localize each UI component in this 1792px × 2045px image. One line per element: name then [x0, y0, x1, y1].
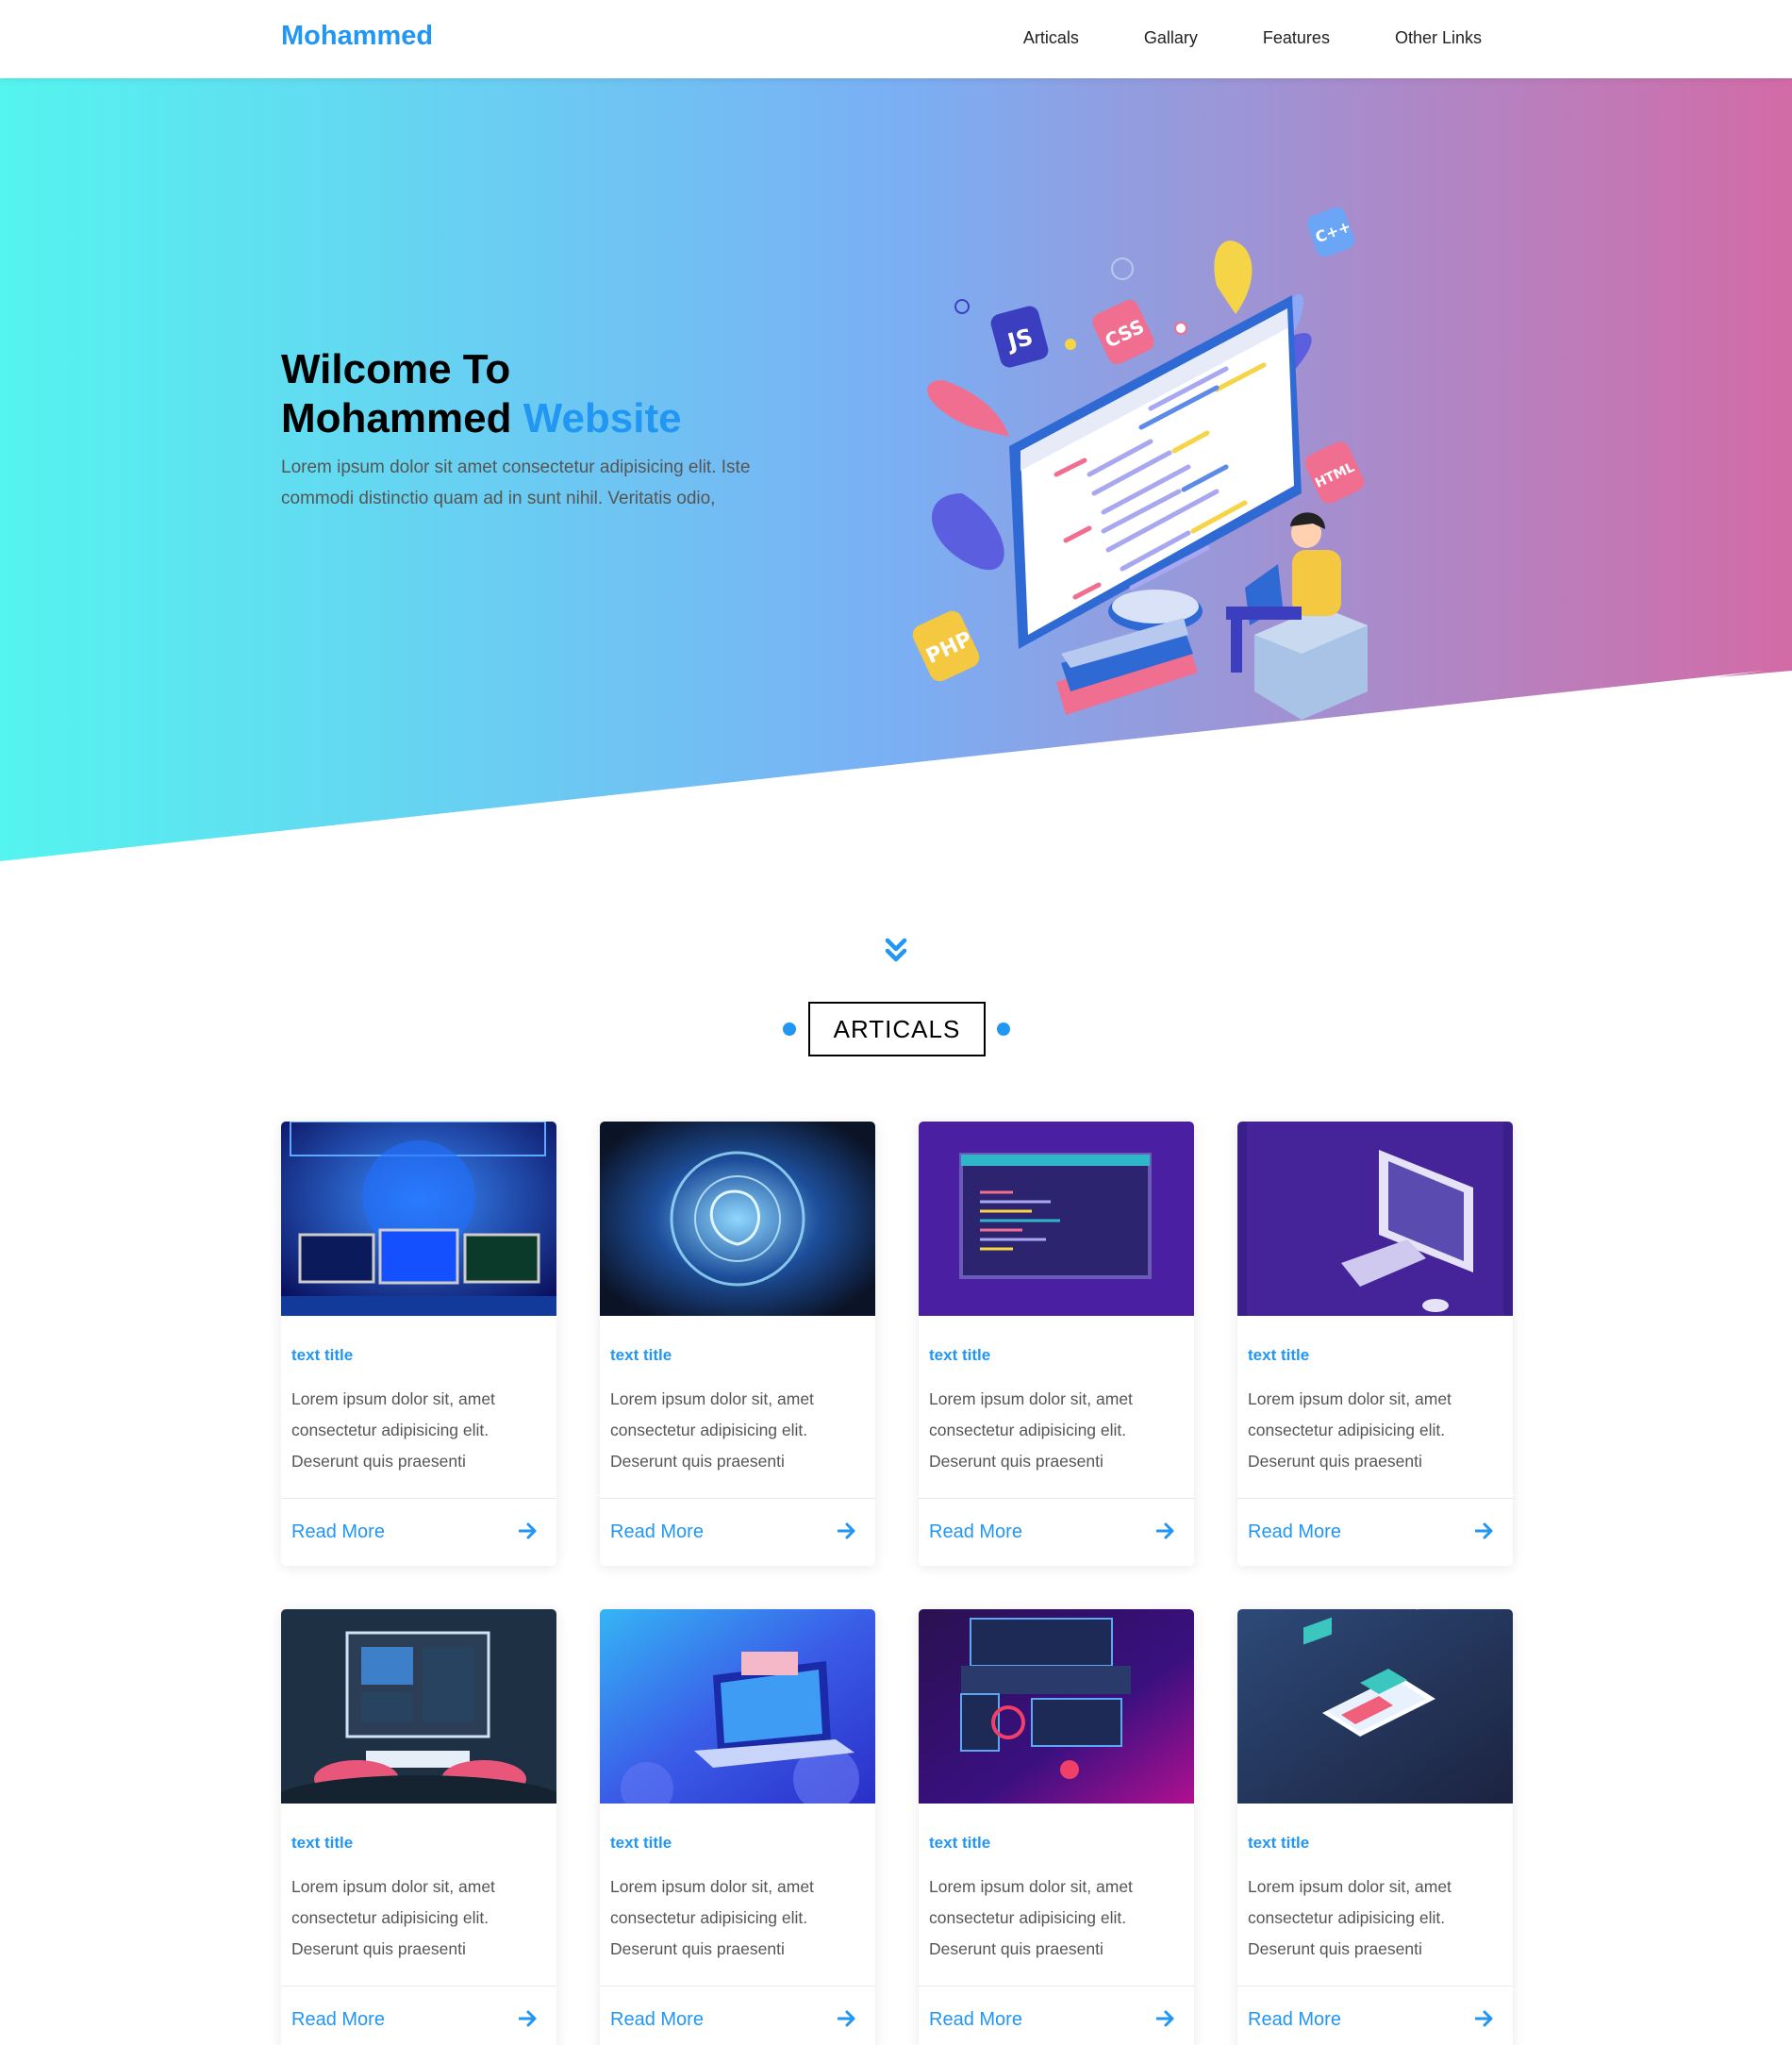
article-footer: Read More — [1237, 1986, 1513, 2045]
article-footer: Read More — [919, 1498, 1194, 1566]
nav-link-gallary[interactable]: Gallary — [1144, 28, 1198, 48]
article-excerpt: Lorem ipsum dolor sit, amet consectetur … — [929, 1389, 1133, 1471]
article-card: text title Lorem ipsum dolor sit, amet c… — [919, 1122, 1194, 1566]
article-card: text title Lorem ipsum dolor sit, amet c… — [281, 1122, 556, 1566]
article-image-laptop — [600, 1609, 875, 1804]
read-more-link[interactable]: Read More — [610, 2009, 704, 2031]
articles-grid: text title Lorem ipsum dolor sit, amet c… — [281, 1122, 1513, 2045]
nav-link-articals[interactable]: Articals — [1023, 28, 1079, 48]
main-nav: Articals Gallary Features Other Links — [1023, 28, 1482, 48]
article-title: text title — [610, 1834, 672, 1852]
hero-title-plain: Mohammed — [281, 395, 512, 441]
arrow-right-icon[interactable] — [838, 1522, 856, 1539]
article-footer: Read More — [281, 1986, 556, 2045]
article-card: text title Lorem ipsum dolor sit, amet c… — [919, 1609, 1194, 2045]
read-more-link[interactable]: Read More — [1248, 2009, 1341, 2031]
read-more-link[interactable]: Read More — [610, 1521, 704, 1543]
hero-title-accent: Website — [523, 395, 682, 441]
article-footer: Read More — [1237, 1498, 1513, 1566]
article-card: text title Lorem ipsum dolor sit, amet c… — [281, 1609, 556, 2045]
section-title-right-dot — [997, 1022, 1010, 1036]
article-card: text title Lorem ipsum dolor sit, amet c… — [600, 1122, 875, 1566]
hero-title-line1: Wilcome To — [281, 346, 511, 392]
article-footer: Read More — [600, 1986, 875, 2045]
article-title: text title — [610, 1346, 672, 1364]
article-title: text title — [929, 1346, 991, 1364]
article-image-monitors-city — [281, 1122, 556, 1316]
read-more-link[interactable]: Read More — [1248, 1521, 1341, 1543]
article-title: text title — [1248, 1834, 1310, 1852]
article-image-hands-keyboard — [281, 1609, 556, 1804]
article-footer: Read More — [281, 1498, 556, 1566]
read-more-link[interactable]: Read More — [929, 2009, 1022, 2031]
hero-section: JS CSS C++ HTML PHP Wilcome To Mohammed … — [0, 78, 1792, 962]
arrow-right-icon[interactable] — [519, 1522, 538, 1539]
article-image-computer — [1237, 1122, 1513, 1316]
hero-gradient-background — [0, 78, 1792, 861]
article-card: text title Lorem ipsum dolor sit, amet c… — [1237, 1122, 1513, 1566]
article-excerpt: Lorem ipsum dolor sit, amet consectetur … — [1248, 1877, 1452, 1958]
arrow-right-icon[interactable] — [1156, 2010, 1175, 2027]
arrow-right-icon[interactable] — [1156, 1522, 1175, 1539]
article-image-dashboards — [919, 1609, 1194, 1804]
article-image-ai-brain — [600, 1122, 875, 1316]
article-title: text title — [291, 1834, 354, 1852]
read-more-link[interactable]: Read More — [291, 1521, 385, 1543]
article-footer: Read More — [919, 1986, 1194, 2045]
article-card: text title Lorem ipsum dolor sit, amet c… — [1237, 1609, 1513, 2045]
article-image-code-window — [919, 1122, 1194, 1316]
article-excerpt: Lorem ipsum dolor sit, amet consectetur … — [610, 1389, 814, 1471]
section-title-articals: ARTICALS — [808, 1002, 986, 1056]
hero-description: Lorem ipsum dolor sit amet consectetur a… — [281, 457, 751, 508]
site-header: Mohammed Articals Gallary Features Other… — [0, 0, 1792, 78]
article-title: text title — [1248, 1346, 1310, 1364]
article-title: text title — [929, 1834, 991, 1852]
read-more-link[interactable]: Read More — [291, 2009, 385, 2031]
arrow-right-icon[interactable] — [519, 2010, 538, 2027]
developer-illustration: JS CSS C++ HTML PHP — [905, 191, 1396, 762]
article-excerpt: Lorem ipsum dolor sit, amet consectetur … — [610, 1877, 814, 1958]
article-excerpt: Lorem ipsum dolor sit, amet consectetur … — [291, 1389, 495, 1471]
hero-title: Wilcome To Mohammed Website — [281, 345, 682, 443]
article-card: text title Lorem ipsum dolor sit, amet c… — [600, 1609, 875, 2045]
article-image-mobile-app — [1237, 1609, 1513, 1804]
nav-link-other-links[interactable]: Other Links — [1395, 28, 1482, 48]
article-title: text title — [291, 1346, 354, 1364]
article-footer: Read More — [600, 1498, 875, 1566]
arrow-right-icon[interactable] — [838, 2010, 856, 2027]
site-logo[interactable]: Mohammed — [281, 21, 433, 52]
arrow-right-icon[interactable] — [1475, 1522, 1494, 1539]
nav-link-features[interactable]: Features — [1263, 28, 1330, 48]
article-excerpt: Lorem ipsum dolor sit, amet consectetur … — [291, 1877, 495, 1958]
article-excerpt: Lorem ipsum dolor sit, amet consectetur … — [1248, 1389, 1452, 1471]
arrow-right-icon[interactable] — [1475, 2010, 1494, 2027]
scroll-down-icon[interactable] — [884, 937, 908, 965]
read-more-link[interactable]: Read More — [929, 1521, 1022, 1543]
article-excerpt: Lorem ipsum dolor sit, amet consectetur … — [929, 1877, 1133, 1958]
section-title-left-dot — [783, 1022, 796, 1036]
